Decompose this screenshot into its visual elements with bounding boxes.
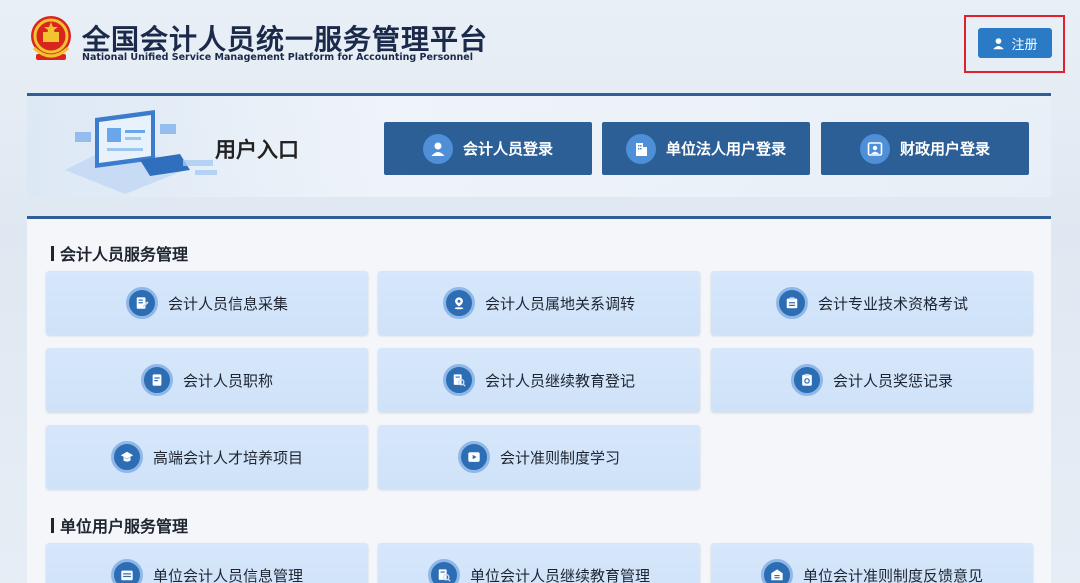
computer-illustration-icon [65, 110, 217, 194]
register-label: 注册 [1011, 37, 1038, 53]
finance-login-button[interactable]: 财政用户登录 [821, 122, 1029, 175]
professional-title-card[interactable]: 会计人员职称 [46, 348, 368, 412]
card-label: 单位会计人员信息管理 [152, 566, 303, 583]
register-highlight: 注册 [964, 15, 1065, 73]
unit-service-section-title: 单位用户服务管理 [51, 513, 188, 537]
info-collection-card[interactable]: 会计人员信息采集 [46, 271, 368, 335]
edit-document-icon [125, 287, 158, 319]
exam-icon [775, 287, 808, 319]
qualification-exam-card[interactable]: 会计专业技术资格考试 [711, 271, 1033, 335]
title-certificate-icon [140, 364, 173, 396]
unit-info-manage-card[interactable]: 单位会计人员信息管理 [46, 543, 368, 583]
section-bar [51, 517, 54, 533]
unit-legal-login-button[interactable]: 单位法人用户登录 [602, 122, 810, 175]
card-label: 会计人员信息采集 [167, 294, 288, 313]
finance-login-label: 财政用户登录 [899, 140, 990, 158]
unit-education-manage-card[interactable]: 单位会计人员继续教育管理 [378, 543, 700, 583]
building-icon [625, 133, 656, 164]
card-label: 高端会计人才培养项目 [152, 448, 303, 467]
user-icon [993, 37, 1005, 49]
card-label: 会计人员继续教育登记 [484, 371, 635, 390]
high-end-talent-card[interactable]: 高端会计人才培养项目 [46, 425, 368, 489]
accountant-service-section-title: 会计人员服务管理 [51, 241, 188, 265]
card-label: 会计准则制度学习 [499, 448, 620, 467]
section-title-text: 会计人员服务管理 [60, 245, 189, 264]
card-label: 单位会计准则制度反馈意见 [802, 566, 983, 583]
portrait-icon [859, 133, 890, 164]
user-entry-panel: 用户入口 会计人员登录 单位法人用户登录 财政用户登录 [27, 93, 1051, 197]
card-label: 单位会计人员继续教育管理 [469, 566, 650, 583]
standards-learning-card[interactable]: 会计准则制度学习 [378, 425, 700, 489]
section-title-text: 单位用户服务管理 [60, 517, 189, 536]
unit-legal-login-label: 单位法人用户登录 [665, 140, 786, 158]
section-bar [51, 245, 54, 261]
rewards-record-card[interactable]: 会计人员奖惩记录 [711, 348, 1033, 412]
card-label: 会计专业技术资格考试 [817, 294, 968, 313]
user-icon [422, 133, 453, 164]
feedback-icon [760, 559, 793, 583]
education-search-icon [427, 559, 460, 583]
continuing-education-card[interactable]: 会计人员继续教育登记 [378, 348, 700, 412]
graduation-cap-icon [110, 441, 143, 473]
info-manage-icon [110, 559, 143, 583]
national-emblem-icon [28, 14, 74, 64]
card-label: 会计人员属地关系调转 [484, 294, 635, 313]
relation-transfer-card[interactable]: 会计人员属地关系调转 [378, 271, 700, 335]
education-search-icon [442, 364, 475, 396]
service-panel: 会计人员服务管理 会计人员信息采集 会计人员属地关系调转 会计专业技术资格考试 … [27, 216, 1051, 583]
platform-title-en: National Unified Service Management Plat… [82, 52, 473, 63]
record-icon [790, 364, 823, 396]
accountant-login-label: 会计人员登录 [462, 140, 553, 158]
unit-feedback-card[interactable]: 单位会计准则制度反馈意见 [711, 543, 1033, 583]
register-button[interactable]: 注册 [978, 28, 1052, 58]
location-pin-icon [442, 287, 475, 319]
play-icon [457, 441, 490, 473]
accountant-login-button[interactable]: 会计人员登录 [384, 122, 592, 175]
card-label: 会计人员奖惩记录 [832, 371, 953, 390]
user-entry-title: 用户入口 [215, 138, 299, 162]
card-label: 会计人员职称 [182, 371, 273, 390]
page-header: 全国会计人员统一服务管理平台 National Unified Service … [0, 0, 1080, 90]
